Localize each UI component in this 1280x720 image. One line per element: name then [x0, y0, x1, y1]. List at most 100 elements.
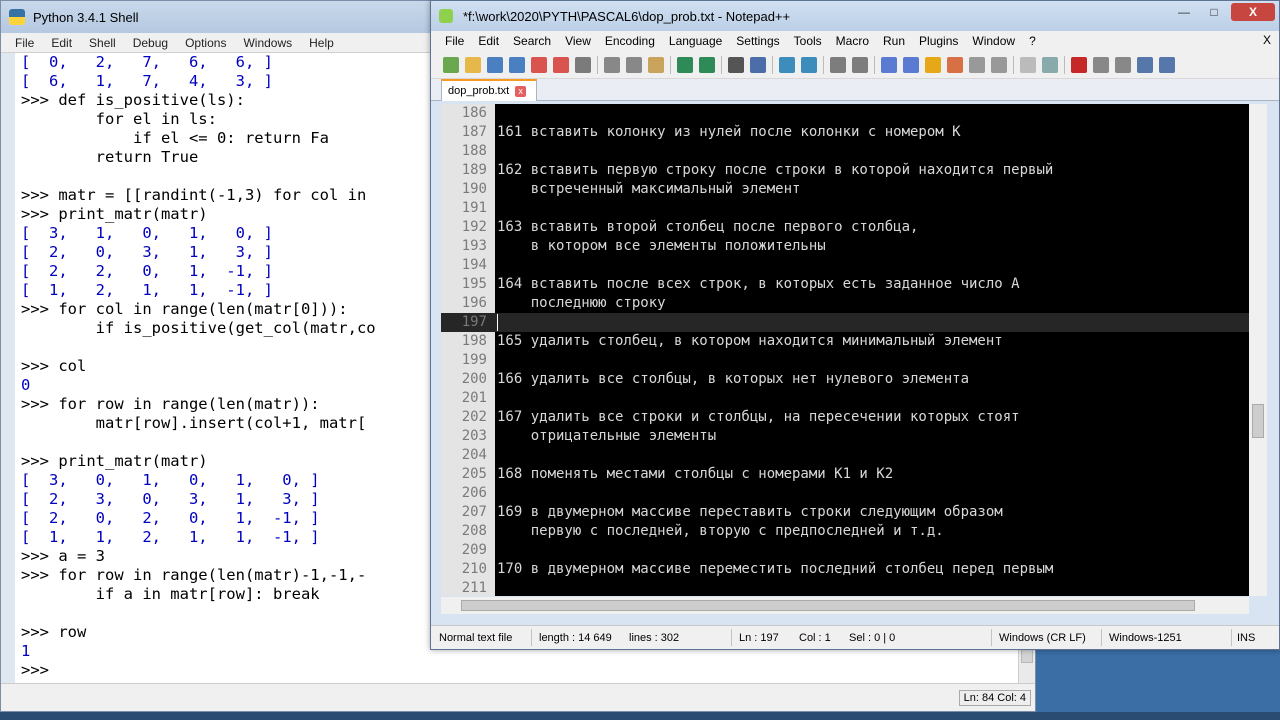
- sync-v-icon[interactable]: [830, 56, 846, 73]
- editor-line[interactable]: 208 первую с последней, вторую с предпос…: [441, 522, 1249, 541]
- close-all-icon[interactable]: [553, 56, 569, 73]
- sync-h-icon[interactable]: [852, 56, 868, 73]
- editor-line[interactable]: 206: [441, 484, 1249, 503]
- editor-line[interactable]: 207 169 в двумерном массиве переставить с…: [441, 503, 1249, 522]
- editor-line[interactable]: 192 163 вставить второй столбец после пер…: [441, 218, 1249, 237]
- npp-menu-encoding[interactable]: Encoding: [605, 34, 655, 48]
- npp-titlebar[interactable]: *f:\work\2020\PYTH\PASCAL6\dop_prob.txt …: [431, 1, 1279, 31]
- line-number: 203: [461, 428, 487, 444]
- editor-line[interactable]: 200 166 удалить все столбцы, в которых не…: [441, 370, 1249, 389]
- editor-line[interactable]: 209: [441, 541, 1249, 560]
- maximize-button[interactable]: □: [1201, 3, 1227, 21]
- save-all-icon[interactable]: [509, 56, 525, 73]
- toolbar-separator: [721, 55, 722, 74]
- npp-menu-edit[interactable]: Edit: [478, 34, 499, 48]
- status-lines: lines : 302: [629, 632, 680, 644]
- editor-line[interactable]: 199: [441, 351, 1249, 370]
- shell-menu-windows[interactable]: Windows: [243, 36, 292, 50]
- zoom-out-icon[interactable]: [801, 56, 817, 73]
- editor-line[interactable]: 211: [441, 579, 1249, 596]
- npp-editor[interactable]: 186 187 161 вставить колонку из нулей посл…: [441, 104, 1249, 596]
- shell-menu-file[interactable]: File: [15, 36, 34, 50]
- editor-line[interactable]: 186: [441, 104, 1249, 123]
- npp-menu-language[interactable]: Language: [669, 34, 722, 48]
- indent-guide-icon[interactable]: [925, 56, 941, 73]
- status-length: length : 14 649: [539, 632, 612, 644]
- npp-menu-macro[interactable]: Macro: [836, 34, 869, 48]
- editor-line[interactable]: 190 встреченный максимальный элемент: [441, 180, 1249, 199]
- shell-menu-options[interactable]: Options: [185, 36, 226, 50]
- editor-line[interactable]: 193 в котором все элементы положительны: [441, 237, 1249, 256]
- editor-line[interactable]: 203 отрицательные элементы: [441, 427, 1249, 446]
- npp-menu-file[interactable]: File: [445, 34, 464, 48]
- editor-line[interactable]: 205 168 поменять местами столбцы с номера…: [441, 465, 1249, 484]
- save-macro-icon[interactable]: [1159, 56, 1175, 73]
- stop-macro-icon[interactable]: [1093, 56, 1109, 73]
- editor-line[interactable]: 188: [441, 142, 1249, 161]
- editor-line[interactable]: 187 161 вставить колонку из нулей после к…: [441, 123, 1249, 142]
- function-list-icon[interactable]: [991, 56, 1007, 73]
- npp-menu-window[interactable]: Window: [972, 34, 1015, 48]
- editor-line[interactable]: 196 последнюю строку: [441, 294, 1249, 313]
- close-button[interactable]: X: [1231, 3, 1275, 21]
- shell-menu-shell[interactable]: Shell: [89, 36, 116, 50]
- all-chars-icon[interactable]: [903, 56, 919, 73]
- doc-map-icon[interactable]: [969, 56, 985, 73]
- monitor-icon[interactable]: [1042, 56, 1058, 73]
- find-icon[interactable]: [728, 56, 744, 73]
- editor-line[interactable]: 194: [441, 256, 1249, 275]
- close-document-button[interactable]: X: [1263, 33, 1271, 47]
- npp-menu-plugins[interactable]: Plugins: [919, 34, 958, 48]
- editor-line[interactable]: 191: [441, 199, 1249, 218]
- undo-icon[interactable]: [677, 56, 693, 73]
- paste-icon[interactable]: [648, 56, 664, 73]
- npp-menu-run[interactable]: Run: [883, 34, 905, 48]
- record-macro-icon[interactable]: [1071, 56, 1087, 73]
- shell-menu-debug[interactable]: Debug: [133, 36, 168, 50]
- editor-line[interactable]: 197: [441, 313, 1249, 332]
- copy-icon[interactable]: [626, 56, 642, 73]
- editor-line[interactable]: 189 162 вставить первую строку после стро…: [441, 161, 1249, 180]
- shell-menu-edit[interactable]: Edit: [51, 36, 72, 50]
- print-icon[interactable]: [575, 56, 591, 73]
- editor-line[interactable]: 195 164 вставить после всех строк, в кото…: [441, 275, 1249, 294]
- npp-hscroll-thumb[interactable]: [461, 600, 1195, 611]
- line-text: 161 вставить колонку из нулей после коло…: [497, 124, 961, 140]
- npp-vscroll-thumb[interactable]: [1252, 404, 1264, 438]
- tab-close-icon[interactable]: x: [515, 85, 527, 97]
- toolbar-separator: [772, 55, 773, 74]
- new-file-icon[interactable]: [443, 56, 459, 73]
- run-macro-multiple-icon[interactable]: [1137, 56, 1153, 73]
- npp-menu-tools[interactable]: Tools: [794, 34, 822, 48]
- line-number: 207: [461, 504, 487, 520]
- minimize-button[interactable]: —: [1171, 3, 1197, 21]
- editor-line[interactable]: 204: [441, 446, 1249, 465]
- npp-menu-search[interactable]: Search: [513, 34, 551, 48]
- npp-menu-help[interactable]: ?: [1029, 34, 1036, 48]
- close-icon[interactable]: [531, 56, 547, 73]
- save-icon[interactable]: [487, 56, 503, 73]
- cut-icon[interactable]: [604, 56, 620, 73]
- folder-workspace-icon[interactable]: [1020, 56, 1036, 73]
- editor-line[interactable]: 202 167 удалить все строки и столбцы, на …: [441, 408, 1249, 427]
- npp-horizontal-scrollbar[interactable]: [441, 597, 1249, 614]
- wrap-icon[interactable]: [881, 56, 897, 73]
- open-icon[interactable]: [465, 56, 481, 73]
- udl-icon[interactable]: [947, 56, 963, 73]
- editor-line[interactable]: 210 170 в двумерном массиве переместить п…: [441, 560, 1249, 579]
- play-macro-icon[interactable]: [1115, 56, 1131, 73]
- redo-icon[interactable]: [699, 56, 715, 73]
- line-number: 204: [461, 447, 487, 463]
- line-number: 191: [461, 200, 487, 216]
- shell-menu-help[interactable]: Help: [309, 36, 334, 50]
- replace-icon[interactable]: [750, 56, 766, 73]
- editor-line[interactable]: 198 165 удалить столбец, в котором находи…: [441, 332, 1249, 351]
- tab-dop-prob[interactable]: dop_prob.txt x: [441, 79, 537, 101]
- npp-menu-settings[interactable]: Settings: [736, 34, 779, 48]
- npp-title: *f:\work\2020\PYTH\PASCAL6\dop_prob.txt …: [463, 8, 791, 24]
- npp-menu-view[interactable]: View: [565, 34, 591, 48]
- npp-vertical-scrollbar[interactable]: [1249, 104, 1267, 596]
- editor-line[interactable]: 201: [441, 389, 1249, 408]
- zoom-in-icon[interactable]: [779, 56, 795, 73]
- toolbar-separator: [670, 55, 671, 74]
